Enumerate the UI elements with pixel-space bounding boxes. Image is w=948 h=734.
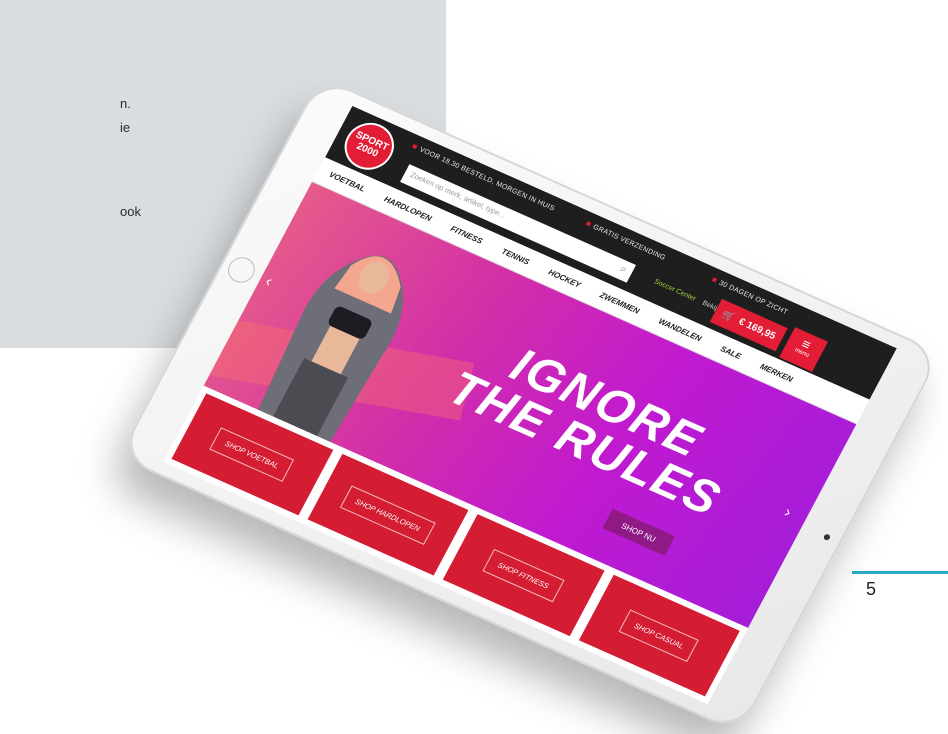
category-label: SHOP VOETBAL (209, 426, 295, 482)
shop-now-button[interactable]: SHOP NU (602, 508, 675, 556)
page-number-rule (852, 571, 948, 574)
nav-item-merken[interactable]: MERKEN (758, 362, 794, 384)
cart-total: € 169,95 (736, 316, 778, 342)
tablet-screen: SPORT 2000 ■VOOR 18.30 BESTELD, MORGEN I… (163, 105, 897, 705)
panel-text-fragment: n. (120, 96, 131, 111)
page-number: 5 (866, 579, 877, 599)
category-label: SHOP HARDLOPEN (340, 484, 436, 545)
camera-icon (822, 533, 832, 542)
chevron-left-icon[interactable]: ‹ (262, 273, 275, 291)
chevron-right-icon[interactable]: › (781, 504, 794, 522)
nav-item-voetbal[interactable]: VOETBAL (328, 170, 367, 194)
panel-text-fragment: ie (120, 120, 131, 135)
nav-item-fitness[interactable]: FITNESS (449, 224, 484, 246)
nav-item-tennis[interactable]: TENNIS (500, 247, 531, 267)
nav-item-sale[interactable]: SALE (719, 344, 743, 361)
category-label: SHOP FITNESS (482, 548, 565, 602)
panel-text-fragment: ook (120, 204, 141, 219)
nav-item-hockey[interactable]: HOCKEY (547, 268, 583, 290)
category-label: SHOP CASUAL (618, 609, 700, 662)
store-highlight: Soccer Center (652, 278, 697, 303)
cart-icon: 🛒 (719, 308, 737, 324)
home-button[interactable] (223, 253, 260, 287)
search-icon[interactable]: ⌕ (617, 263, 629, 277)
